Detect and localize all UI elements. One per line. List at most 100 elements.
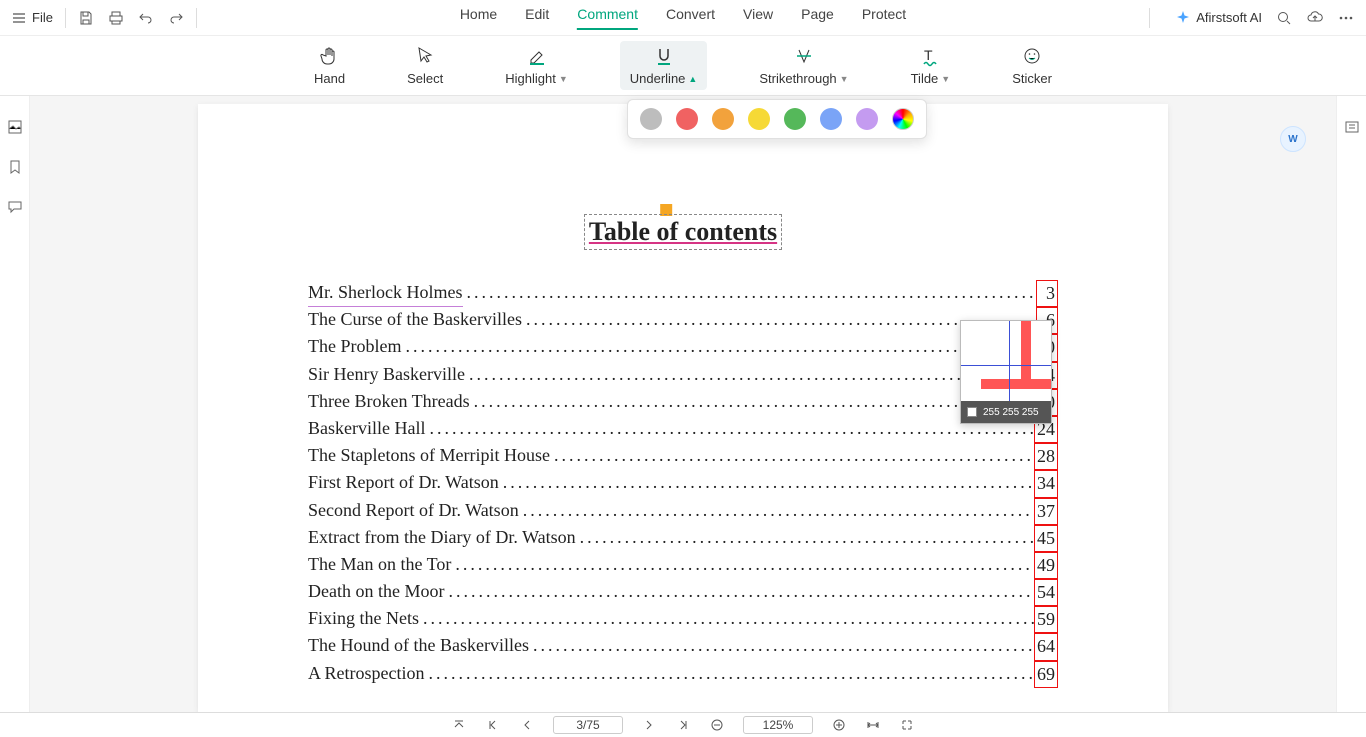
zoom-out-icon[interactable] <box>709 717 725 733</box>
chevron-up-icon: ▲ <box>688 74 697 84</box>
tool-underline[interactable]: Underline▲ <box>620 41 708 90</box>
tool-sticker[interactable]: Sticker <box>1002 41 1062 90</box>
tool-underline-label: Underline <box>630 71 686 86</box>
tool-highlight-label: Highlight <box>505 71 556 86</box>
toc-entry[interactable]: The Man on the Tor 49 <box>308 552 1058 579</box>
tab-comment[interactable]: Comment <box>577 6 638 30</box>
ai-assistant-button[interactable]: Afirstsoft AI <box>1176 10 1262 25</box>
top-bar: File Home Edit Comment Convert View Page… <box>0 0 1366 36</box>
toc-leader-dots <box>424 661 1034 688</box>
toc-entry[interactable]: The Curse of the Baskervilles 6 <box>308 307 1058 334</box>
magnifier-rgb: 255 255 255 <box>983 407 1039 418</box>
file-label: File <box>32 10 53 25</box>
toc-entry[interactable]: The Stapletons of Merripit House 28 <box>308 443 1058 470</box>
quick-actions <box>78 10 184 26</box>
toc-entry[interactable]: Baskerville Hall 24 <box>308 416 1058 443</box>
tool-strikethrough[interactable]: Strikethrough ▼ <box>749 41 858 90</box>
document-viewport[interactable]: W Table of contents Mr. Sherlock Holmes … <box>30 96 1336 712</box>
toc-entry-page: 54 <box>1034 579 1058 606</box>
toc-entry[interactable]: Second Report of Dr. Watson 37 <box>308 498 1058 525</box>
tab-edit[interactable]: Edit <box>525 6 549 30</box>
color-custom[interactable] <box>892 108 914 130</box>
toc-entry-title: The Curse of the Baskervilles <box>308 307 522 334</box>
more-icon[interactable] <box>1338 10 1354 26</box>
properties-icon[interactable] <box>1343 118 1361 136</box>
sticker-icon <box>1021 45 1043 67</box>
color-picker-magnifier[interactable]: 255 255 255 <box>960 320 1052 424</box>
toc-entry[interactable]: Extract from the Diary of Dr. Watson 45 <box>308 525 1058 552</box>
bookmark-icon[interactable] <box>6 158 24 176</box>
tab-page[interactable]: Page <box>801 6 834 30</box>
toc-entry[interactable]: Fixing the Nets 59 <box>308 606 1058 633</box>
color-purple[interactable] <box>856 108 878 130</box>
next-page-icon[interactable] <box>641 717 657 733</box>
topbar-right: Afirstsoft AI <box>1137 8 1354 28</box>
toc-entry[interactable]: Death on the Moor 54 <box>308 579 1058 606</box>
comment-toolbar: Hand Select Highlight▼ Underline▲ Strike… <box>0 36 1366 96</box>
svg-text:T: T <box>924 47 933 63</box>
toc-entry[interactable]: Mr. Sherlock Holmes 3 <box>308 280 1058 307</box>
fit-width-icon[interactable] <box>865 717 881 733</box>
tab-protect[interactable]: Protect <box>862 6 906 30</box>
export-word-badge[interactable]: W <box>1280 126 1306 152</box>
cursor-icon <box>414 45 436 67</box>
prev-page-icon[interactable] <box>519 717 535 733</box>
toc-leader-dots <box>465 362 1034 389</box>
color-green[interactable] <box>784 108 806 130</box>
redo-icon[interactable] <box>168 10 184 26</box>
divider <box>196 8 197 28</box>
color-grey[interactable] <box>640 108 662 130</box>
strikethrough-icon <box>793 45 815 67</box>
right-sidebar <box>1336 96 1366 712</box>
left-sidebar <box>0 96 30 712</box>
tab-view[interactable]: View <box>743 6 773 30</box>
fit-page-icon[interactable] <box>899 717 915 733</box>
comments-icon[interactable] <box>6 198 24 216</box>
toc-leader-dots <box>425 416 1034 443</box>
color-blue[interactable] <box>820 108 842 130</box>
color-red[interactable] <box>676 108 698 130</box>
toc-leader-dots <box>529 633 1034 660</box>
toc-entry-title: First Report of Dr. Watson <box>308 470 499 497</box>
first-page-icon[interactable] <box>485 717 501 733</box>
toc-entry-title: The Problem <box>308 334 401 361</box>
tool-hand[interactable]: Hand <box>304 41 355 90</box>
toc-entry[interactable]: Three Broken Threads 20 <box>308 389 1058 416</box>
toc-entry[interactable]: The Hound of the Baskervilles 64 <box>308 633 1058 660</box>
toc-entry[interactable]: A Retrospection 69 <box>308 661 1058 688</box>
thumbnails-icon[interactable] <box>6 118 24 136</box>
toc-entry-title: The Stapletons of Merripit House <box>308 443 550 470</box>
sample-swatch <box>967 407 977 417</box>
tab-home[interactable]: Home <box>460 6 497 30</box>
chevron-down-icon: ▼ <box>840 74 849 84</box>
file-menu[interactable]: File <box>12 10 53 25</box>
toc-entry-page: 59 <box>1034 606 1058 633</box>
tool-select[interactable]: Select <box>397 41 453 90</box>
zoom-indicator[interactable]: 125% <box>743 716 813 734</box>
toc-title[interactable]: Table of contents <box>584 214 782 250</box>
scroll-top-icon[interactable] <box>451 717 467 733</box>
hand-icon <box>319 45 341 67</box>
zoom-in-icon[interactable] <box>831 717 847 733</box>
tool-strikethrough-label: Strikethrough <box>759 71 836 86</box>
cloud-icon[interactable] <box>1306 9 1324 27</box>
tool-highlight[interactable]: Highlight▼ <box>495 41 578 90</box>
toc-entry[interactable]: First Report of Dr. Watson 34 <box>308 470 1058 497</box>
toc-entry[interactable]: The Problem 10 <box>308 334 1058 361</box>
undo-icon[interactable] <box>138 10 154 26</box>
color-orange[interactable] <box>712 108 734 130</box>
toc-leader-dots <box>470 389 1034 416</box>
page-indicator[interactable]: 3/75 <box>553 716 623 734</box>
toc-entry-title: The Hound of the Baskervilles <box>308 633 529 660</box>
toc-leader-dots <box>463 280 1037 307</box>
last-page-icon[interactable] <box>675 717 691 733</box>
tab-convert[interactable]: Convert <box>666 6 715 30</box>
search-icon[interactable] <box>1276 10 1292 26</box>
toc-entry-page: 45 <box>1034 525 1058 552</box>
toc-entry[interactable]: Sir Henry Baskerville 14 <box>308 362 1058 389</box>
color-yellow[interactable] <box>748 108 770 130</box>
print-icon[interactable] <box>108 10 124 26</box>
toc-entry-title: Mr. Sherlock Holmes <box>308 280 463 307</box>
tool-tilde[interactable]: T Tilde▼ <box>901 41 961 90</box>
save-icon[interactable] <box>78 10 94 26</box>
